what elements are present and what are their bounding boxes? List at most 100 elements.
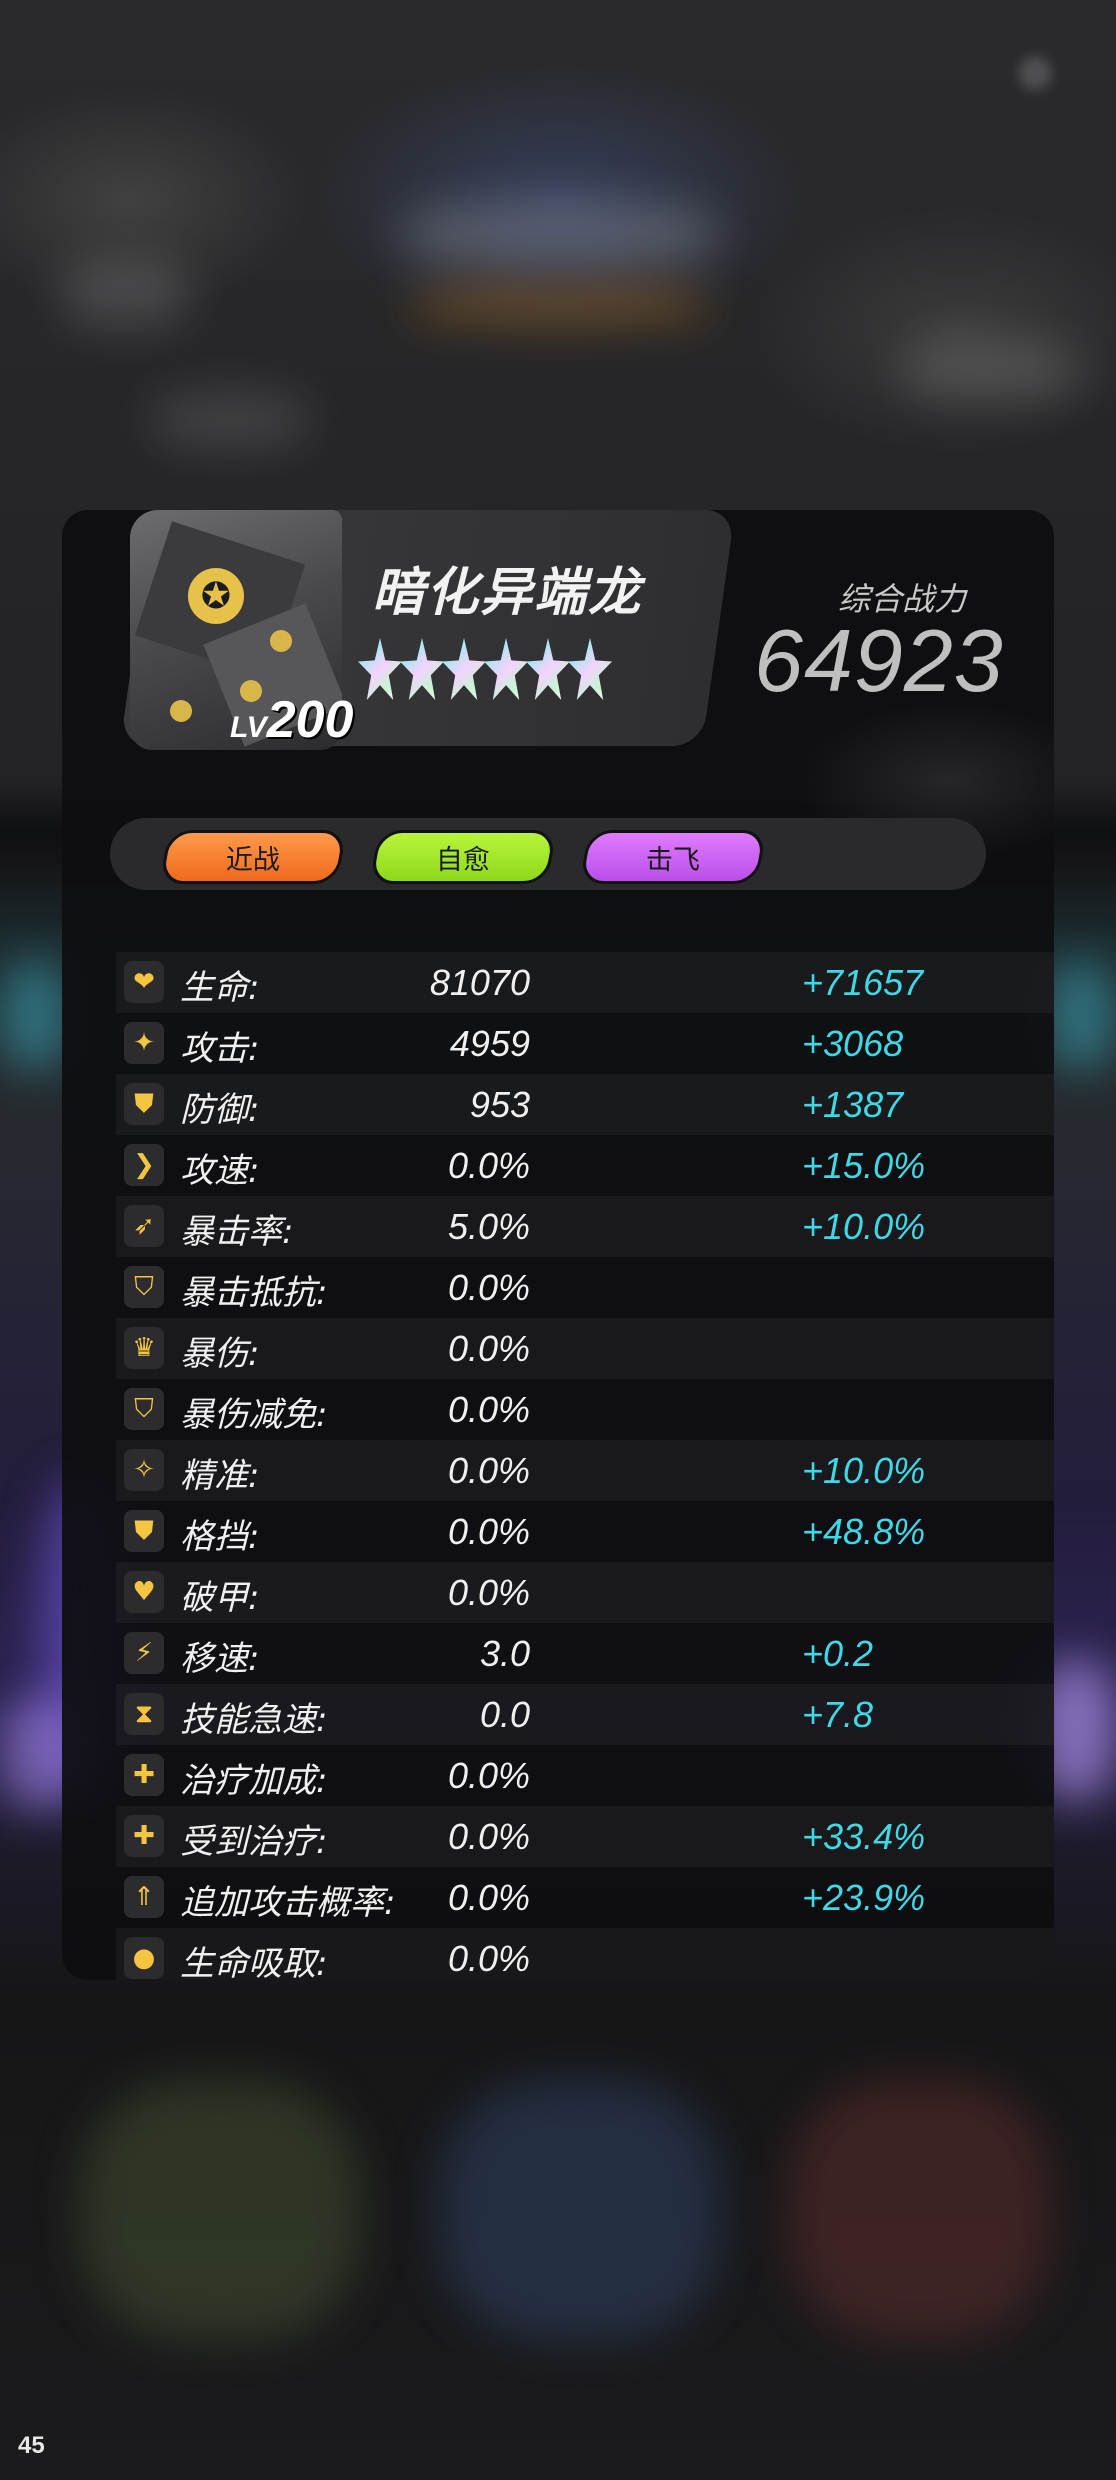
hero-name: 暗化异端龙	[372, 563, 643, 623]
stat-row: ⇑ 追加攻击概率: 0.0% +23.9%	[116, 1867, 1054, 1928]
tag-label: 近战	[226, 844, 280, 876]
heart-icon: ❤	[124, 961, 164, 1003]
stat-base-value: 0.0%	[447, 1938, 530, 1979]
stat-label: 破甲:	[180, 1578, 260, 1618]
stat-base-value: 0.0%	[447, 1755, 530, 1796]
stat-row: ⛊ 格挡: 0.0% +48.8%	[116, 1501, 1054, 1562]
stat-label: 技能急速:	[180, 1700, 328, 1740]
stat-label: 格挡:	[180, 1517, 260, 1557]
stat-row: ⛊ 防御: 953 +1387	[116, 1074, 1054, 1135]
receive-heal-icon: ✚	[124, 1815, 164, 1857]
stat-bonus-value: +3068	[802, 1023, 904, 1064]
tag-self-heal[interactable]: 自愈	[369, 830, 557, 884]
tag-melee[interactable]: 近战	[159, 830, 347, 884]
crit-resist-shield-icon: ⛉	[124, 1266, 164, 1308]
shield-icon: ⛊	[124, 1083, 164, 1125]
stat-base-value: 5.0%	[447, 1206, 530, 1247]
stat-base-value: 0.0%	[447, 1328, 530, 1369]
star-icon	[358, 638, 402, 700]
stat-label: 暴伤减免:	[180, 1395, 328, 1435]
star-icon	[400, 638, 444, 700]
stat-row: ♛ 暴伤: 0.0%	[116, 1318, 1054, 1379]
stat-row: ● 生命吸取: 0.0%	[116, 1928, 1054, 1980]
hero-level: LV200	[230, 690, 353, 750]
hero-tags: 近战 自愈 击飞	[110, 818, 986, 890]
crosshair-sparkle-icon: ✧	[124, 1449, 164, 1491]
level-value: 200	[266, 691, 354, 749]
stat-base-value: 4959	[449, 1023, 530, 1064]
chevron-right-icon: ❯	[124, 1144, 164, 1186]
stat-label: 攻击:	[180, 1029, 260, 1069]
stat-label: 生命吸取:	[180, 1944, 328, 1980]
stat-bonus-value: +1387	[802, 1084, 904, 1125]
tag-label: 自愈	[436, 844, 490, 876]
stat-row: ✚ 受到治疗: 0.0% +33.4%	[116, 1806, 1054, 1867]
stat-bonus-value: +15.0%	[802, 1145, 926, 1186]
stat-base-value: 0.0%	[447, 1511, 530, 1552]
stat-base-value: 0.0%	[447, 1877, 530, 1918]
lightning-icon: ⚡	[124, 1632, 164, 1674]
stat-row: ✚ 治疗加成: 0.0%	[116, 1745, 1054, 1806]
blood-drop-icon: ●	[124, 1937, 164, 1979]
stat-base-value: 0.0%	[447, 1267, 530, 1308]
stat-bonus-value: +10.0%	[802, 1450, 926, 1491]
stat-row: ⧗ 技能急速: 0.0 +7.8	[116, 1684, 1054, 1745]
stat-base-value: 0.0%	[447, 1450, 530, 1491]
stat-row: ✦ 攻击: 4959 +3068	[116, 1013, 1054, 1074]
star-icon	[526, 638, 570, 700]
stat-row: ➶ 暴击率: 5.0% +10.0%	[116, 1196, 1054, 1257]
stat-row: ♥ 破甲: 0.0%	[116, 1562, 1054, 1623]
page-number: 45	[18, 2432, 45, 2459]
stat-label: 攻速:	[180, 1151, 260, 1191]
star-emblem-icon: ✪	[188, 568, 244, 624]
attack-sparkle-icon: ✦	[124, 1022, 164, 1064]
stat-bonus-value: +7.8	[802, 1694, 874, 1735]
stat-label: 治疗加成:	[180, 1761, 328, 1801]
crown-icon: ♛	[124, 1327, 164, 1369]
stat-bonus-value: +10.0%	[802, 1206, 926, 1247]
hero-stats-panel: ✪ LV200 暗化异端龙 综合战力 64923 近战 自愈 击飞 ❤ 生命: 81…	[62, 510, 1054, 1980]
block-shield-icon: ⛊	[124, 1510, 164, 1552]
stat-bonus-value: +48.8%	[802, 1511, 926, 1552]
stat-row: ❤ 生命: 81070 +71657	[116, 952, 1054, 1013]
stat-base-value: 0.0%	[447, 1816, 530, 1857]
stat-bonus-value: +23.9%	[802, 1877, 926, 1918]
stat-label: 暴击抵抗:	[180, 1273, 328, 1313]
double-chevron-up-icon: ⇑	[124, 1876, 164, 1918]
stat-base-value: 3.0	[479, 1633, 530, 1674]
stat-base-value: 81070	[429, 962, 530, 1003]
stat-bonus-value: +71657	[802, 962, 924, 1003]
star-rating	[358, 638, 612, 700]
stat-row: ✧ 精准: 0.0% +10.0%	[116, 1440, 1054, 1501]
armor-break-icon: ♥	[124, 1571, 164, 1613]
stat-base-value: 0.0%	[447, 1389, 530, 1430]
tag-label: 击飞	[646, 844, 700, 876]
star-icon	[568, 638, 612, 700]
stats-list: ❤ 生命: 81070 +71657 ✦ 攻击: 4959 +3068 ⛊ 防御: 953 +1387…	[116, 952, 1054, 1980]
stat-base-value: 0.0%	[447, 1572, 530, 1613]
star-icon	[442, 638, 486, 700]
tag-knockup[interactable]: 击飞	[579, 830, 767, 884]
stat-label: 受到治疗:	[180, 1822, 328, 1862]
stat-bonus-value: +0.2	[802, 1633, 874, 1674]
stat-label: 防御:	[180, 1090, 260, 1130]
hourglass-icon: ⧗	[124, 1693, 164, 1735]
level-label: LV	[230, 711, 267, 744]
stat-row: ⛉ 暴伤减免: 0.0%	[116, 1379, 1054, 1440]
stat-base-value: 953	[469, 1084, 530, 1125]
stat-base-value: 0.0	[479, 1694, 530, 1735]
power-value: 64923	[754, 611, 1004, 710]
stat-label: 追加攻击概率:	[180, 1883, 396, 1923]
stat-label: 生命:	[180, 968, 260, 1008]
stat-label: 暴击率:	[180, 1212, 294, 1252]
star-icon	[484, 638, 528, 700]
stat-row: ⚡ 移速: 3.0 +0.2	[116, 1623, 1054, 1684]
feather-icon: ➶	[124, 1205, 164, 1247]
heal-plus-icon: ✚	[124, 1754, 164, 1796]
stat-label: 精准:	[180, 1456, 260, 1496]
stat-row: ❯ 攻速: 0.0% +15.0%	[116, 1135, 1054, 1196]
crit-damage-reduction-icon: ⛉	[124, 1388, 164, 1430]
stat-label: 移速:	[180, 1639, 260, 1679]
stat-label: 暴伤:	[180, 1334, 260, 1374]
stat-row: ⛉ 暴击抵抗: 0.0%	[116, 1257, 1054, 1318]
